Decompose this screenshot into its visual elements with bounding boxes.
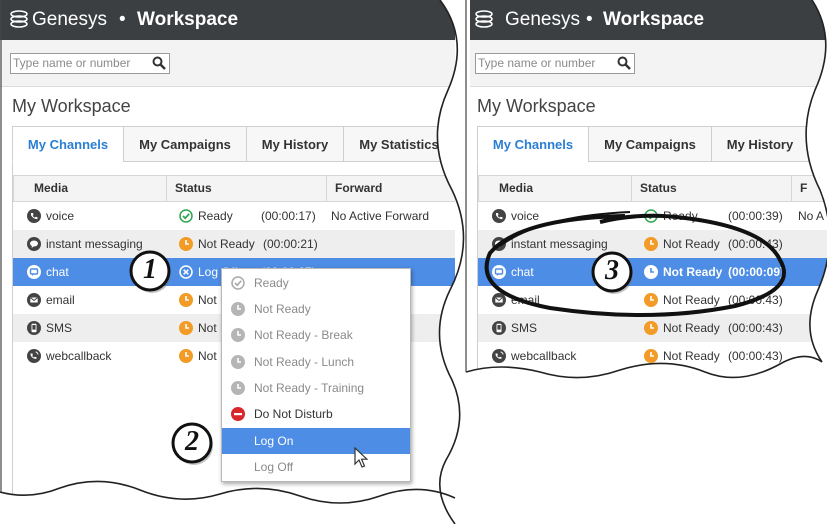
highlight-loop <box>484 211 786 317</box>
search-icon[interactable] <box>617 56 631 70</box>
menu-item-log-on[interactable]: Log On <box>222 428 410 454</box>
ready-check-icon <box>179 209 193 223</box>
menu-item-ready[interactable]: Ready <box>222 270 410 296</box>
column-header-status[interactable]: Status <box>167 176 327 201</box>
not-ready-clock-icon <box>644 349 658 363</box>
tab-my-channels[interactable]: My Channels <box>477 126 589 162</box>
status-context-menu: Ready Not Ready Not Ready - Break Not Re… <box>221 268 411 482</box>
column-header-forward[interactable]: Forward <box>327 176 455 201</box>
clock-icon <box>231 328 245 342</box>
status-label: Not Ready <box>198 237 255 251</box>
media-label: webcallback <box>511 349 577 363</box>
callout-1: 1 <box>128 249 174 295</box>
tab-my-channels[interactable]: My Channels <box>12 126 124 162</box>
media-label: voice <box>46 209 75 223</box>
media-label: chat <box>46 265 69 279</box>
title-bar: Genesys • Workspace <box>0 0 455 40</box>
phone-icon <box>27 209 41 223</box>
menu-item-not-ready-lunch[interactable]: Not Ready - Lunch <box>222 349 410 375</box>
table-row[interactable]: webcallback Not Ready (00:00:43) <box>478 342 827 370</box>
search-input[interactable] <box>13 55 149 71</box>
table-row[interactable]: voice Ready (00:00:17) No Active Forward <box>13 202 455 230</box>
media-label: webcallback <box>46 349 112 363</box>
callout-number: 2 <box>185 426 199 457</box>
tab-my-campaigns[interactable]: My Campaigns <box>123 126 247 162</box>
status-label: Not Ready <box>663 349 720 363</box>
search-icon[interactable] <box>152 56 166 70</box>
tab-my-history[interactable]: My History <box>711 126 809 162</box>
product-name: Workspace <box>603 9 705 30</box>
menu-item-not-ready[interactable]: Not Ready <box>222 296 410 322</box>
menu-item-not-ready-training[interactable]: Not Ready - Training <box>222 375 410 401</box>
not-ready-clock-icon <box>179 349 193 363</box>
instant-messaging-icon <box>27 237 41 251</box>
callout-2: 2 <box>170 421 216 467</box>
ready-check-icon <box>231 276 245 290</box>
tab-my-history[interactable]: My History <box>246 126 344 162</box>
mouse-pointer-icon <box>354 447 368 468</box>
status-timer: (00:00:17) <box>261 209 316 223</box>
clock-icon <box>231 302 245 316</box>
tab-my-campaigns[interactable]: My Campaigns <box>588 126 712 162</box>
title-separator: • <box>119 9 126 30</box>
search-input[interactable] <box>478 55 614 71</box>
log-off-icon <box>179 265 193 279</box>
tab-bar: My Channels My Campaigns My History My S… <box>12 126 455 162</box>
callout-number: 3 <box>605 255 619 286</box>
callout-number: 1 <box>143 254 157 285</box>
menu-item-not-ready-break[interactable]: Not Ready - Break <box>222 322 410 348</box>
genesys-logo-icon <box>475 10 493 28</box>
clock-icon <box>231 381 245 395</box>
webcallback-icon <box>492 349 506 363</box>
title-bar: Genesys • Workspace <box>465 0 827 40</box>
column-header-media[interactable]: Media <box>26 176 167 201</box>
not-ready-clock-icon <box>179 237 193 251</box>
menu-item-log-off[interactable]: Log Off <box>222 454 410 480</box>
forward-status: No Active Forward <box>331 209 430 223</box>
clock-icon <box>231 355 245 369</box>
webcallback-icon <box>27 349 41 363</box>
page-title: My Workspace <box>477 96 596 116</box>
do-not-disturb-icon <box>231 407 245 421</box>
grid-header: Media Status Forward <box>13 175 455 202</box>
status-timer: (00:00:43) <box>728 349 783 363</box>
sms-icon <box>27 321 41 335</box>
media-label: SMS <box>46 321 73 335</box>
status-timer: (00:00:21) <box>263 237 318 251</box>
media-label: email <box>46 293 75 307</box>
brand-name: Genesys <box>32 9 107 30</box>
search-box <box>475 53 635 74</box>
not-ready-clock-icon <box>179 293 193 307</box>
genesys-logo-icon <box>10 10 28 28</box>
callout-3: 3 <box>590 250 636 296</box>
tab-bar: My Channels My Campaigns My History <box>477 126 827 162</box>
tab-my-statistics[interactable]: My Statistics <box>343 126 455 162</box>
brand-name: Genesys <box>505 9 580 30</box>
search-bar <box>0 40 455 87</box>
not-ready-clock-icon <box>179 321 193 335</box>
title-separator: • <box>586 9 593 30</box>
product-name: Workspace <box>137 9 239 30</box>
menu-item-do-not-disturb[interactable]: Do Not Disturb <box>222 401 410 427</box>
search-bar <box>465 40 827 87</box>
chat-icon <box>27 265 41 279</box>
search-box <box>10 53 170 74</box>
table-row[interactable]: instant messaging Not Ready (00:00:21) <box>13 230 455 258</box>
status-label: Ready <box>198 209 233 223</box>
email-icon <box>27 293 41 307</box>
page-title: My Workspace <box>12 96 131 116</box>
